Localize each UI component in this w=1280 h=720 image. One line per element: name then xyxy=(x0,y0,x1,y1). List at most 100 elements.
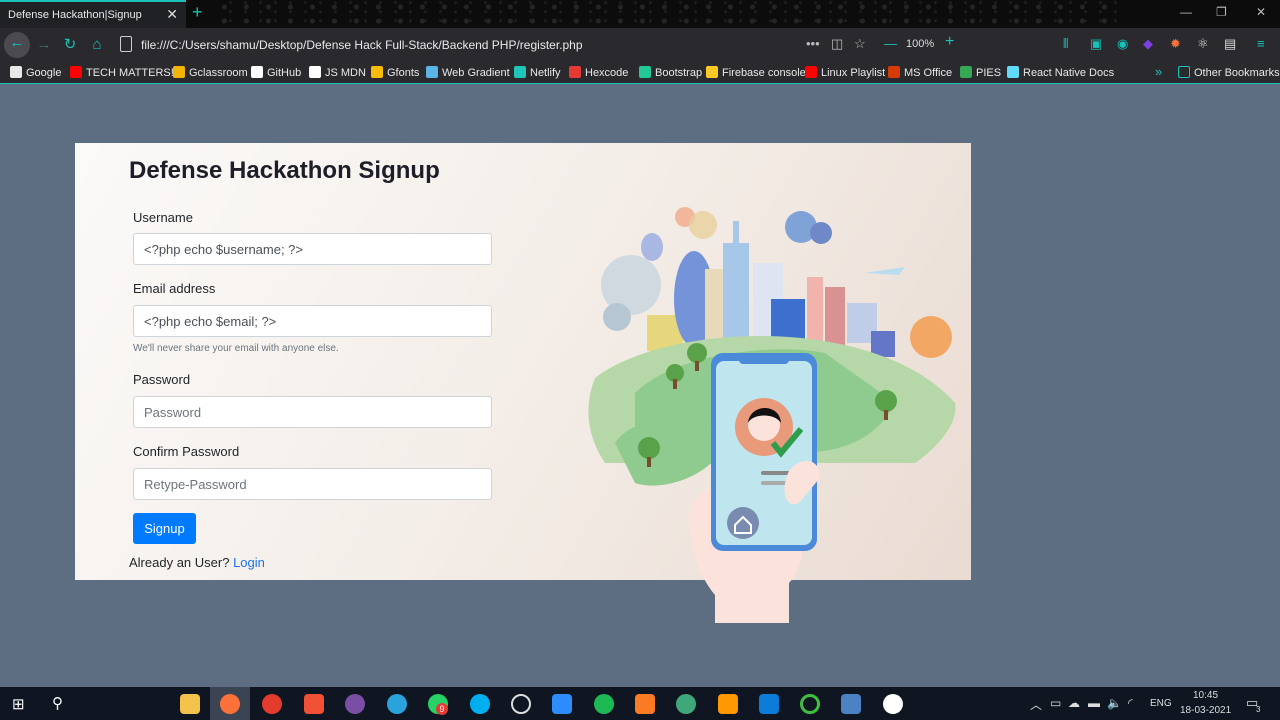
account-icon[interactable]: ◉ xyxy=(1117,36,1128,52)
bookmark-item[interactable]: Web Gradient xyxy=(426,66,510,79)
wifi-icon[interactable]: ◜ xyxy=(1128,696,1133,710)
sidebar-icon[interactable]: ▣ xyxy=(1090,36,1102,52)
bookmark-item[interactable]: Linux Playlist xyxy=(805,66,885,79)
navigation-toolbar: ← → ↻ ⌂ file:///C:/Users/shamu/Desktop/D… xyxy=(0,28,1280,62)
xampp-icon[interactable] xyxy=(635,694,655,714)
zoom-icon[interactable] xyxy=(552,694,572,714)
restore-icon[interactable]: ❐ xyxy=(1216,5,1227,19)
search-icon[interactable]: ⚲ xyxy=(52,694,63,712)
confirm-password-input[interactable] xyxy=(133,468,492,500)
extension-2-icon[interactable]: ✹ xyxy=(1170,36,1181,52)
bookmark-item[interactable]: Google xyxy=(10,66,61,79)
battery-icon[interactable]: ▬ xyxy=(1088,696,1100,710)
bookmark-item[interactable]: Gclassroom xyxy=(173,66,248,79)
already-user-text: Already an User? xyxy=(129,555,230,570)
email-input[interactable] xyxy=(133,305,492,337)
zoom-level[interactable]: 100% xyxy=(906,38,934,50)
clock-date[interactable]: 18-03-2021 xyxy=(1180,705,1231,716)
extension-3-icon[interactable]: ▤ xyxy=(1224,36,1236,52)
url-bar[interactable]: file:///C:/Users/shamu/Desktop/Defense H… xyxy=(141,38,583,52)
username-label: Username xyxy=(133,210,193,225)
reload-icon[interactable]: ↻ xyxy=(58,34,82,56)
library-icon[interactable]: ⫴ xyxy=(1063,36,1068,52)
more-bookmarks-icon[interactable]: » xyxy=(1155,64,1162,79)
volume-icon[interactable]: 🔈 xyxy=(1107,696,1122,710)
page-actions-icon[interactable]: ••• xyxy=(806,36,820,51)
extension-1-icon[interactable]: ◆ xyxy=(1143,36,1153,52)
minimize-icon[interactable]: — xyxy=(1180,5,1192,19)
bookmark-item[interactable]: Hexcode xyxy=(569,66,628,79)
bookmark-item[interactable]: JS MDN xyxy=(309,66,366,79)
bookmark-label: TECH MATTERS! xyxy=(86,67,174,79)
bookmark-item[interactable]: GitHub xyxy=(251,66,301,79)
github-desktop-icon[interactable] xyxy=(345,694,365,714)
bookmark-favicon-icon xyxy=(706,66,718,78)
bookmark-favicon-icon xyxy=(173,66,185,78)
react-devtools-icon[interactable]: ⚛ xyxy=(1197,36,1209,52)
bookmark-star-icon[interactable]: ☆ xyxy=(854,36,866,52)
windows-start-icon[interactable]: ⊞ xyxy=(12,695,25,713)
android-studio-icon[interactable] xyxy=(800,694,820,714)
bookmark-item[interactable]: Bootstrap xyxy=(639,66,702,79)
window-close-icon[interactable]: ✕ xyxy=(1256,5,1266,19)
bookmark-item[interactable]: Gfonts xyxy=(371,66,419,79)
username-input[interactable] xyxy=(133,233,492,265)
pocket-icon[interactable]: ◫ xyxy=(831,36,843,52)
sublime-text-icon[interactable] xyxy=(718,694,738,714)
password-input[interactable] xyxy=(133,396,492,428)
signup-card: Defense Hackathon Signup Username Email … xyxy=(75,143,971,623)
back-icon[interactable]: ← xyxy=(4,32,30,58)
bookmark-favicon-icon xyxy=(569,66,581,78)
password-label: Password xyxy=(133,372,191,387)
bookmark-label: PIES xyxy=(976,67,1002,79)
bookmark-label: React Native Docs xyxy=(1023,67,1115,79)
bookmark-favicon-icon xyxy=(514,66,526,78)
login-link[interactable]: Login xyxy=(233,555,265,570)
clock-time[interactable]: 10:45 xyxy=(1193,690,1218,701)
vscode-icon[interactable] xyxy=(759,694,779,714)
bookmark-item[interactable]: Netlify xyxy=(514,66,561,79)
bookmark-label: Gfonts xyxy=(387,67,420,79)
bookmark-item[interactable]: PIES xyxy=(960,66,1001,79)
bookmark-item[interactable]: React Native Docs xyxy=(1007,66,1114,79)
gitkraken-icon[interactable] xyxy=(676,694,696,714)
zoom-in-icon[interactable]: + xyxy=(945,33,954,51)
bookmark-label: GitHub xyxy=(267,67,302,79)
forward-icon[interactable]: → xyxy=(32,34,56,56)
bookmark-favicon-icon xyxy=(639,66,651,78)
email-help-text: We'll never share your email with anyone… xyxy=(133,343,339,354)
other-bookmarks[interactable]: Other Bookmarks xyxy=(1178,66,1280,79)
active-tab[interactable]: Defense Hackathon|Signup ✕ xyxy=(0,0,186,28)
login-prompt: Already an User? Login xyxy=(129,555,265,570)
signup-button[interactable]: Signup xyxy=(133,513,196,544)
telegram-icon[interactable] xyxy=(387,694,407,714)
new-tab-icon[interactable]: + xyxy=(192,2,203,23)
skype-icon[interactable] xyxy=(470,694,490,714)
bookmark-item[interactable]: MS Office xyxy=(888,66,952,79)
virtualbox-icon[interactable] xyxy=(841,694,861,714)
file-explorer-icon[interactable] xyxy=(180,694,200,714)
bookmark-label: Linux Playlist xyxy=(821,67,886,79)
bookmark-favicon-icon xyxy=(70,66,82,78)
language-indicator[interactable]: ENG xyxy=(1150,698,1172,709)
bookmark-favicon-icon xyxy=(1007,66,1019,78)
home-icon[interactable]: ⌂ xyxy=(85,34,109,56)
theme-pattern xyxy=(220,0,1120,28)
device-icon[interactable]: ▭ xyxy=(1050,696,1061,710)
firefox-icon[interactable] xyxy=(220,694,240,714)
git-icon[interactable] xyxy=(304,694,324,714)
spotify-icon[interactable] xyxy=(594,694,614,714)
bookmark-item[interactable]: Firebase console xyxy=(706,66,806,79)
bookmark-item[interactable]: TECH MATTERS! xyxy=(70,66,174,79)
notion-icon[interactable] xyxy=(883,694,903,714)
bookmark-favicon-icon xyxy=(10,66,22,78)
bookmark-label: MS Office xyxy=(904,67,953,79)
chrome-icon[interactable] xyxy=(262,694,282,714)
onedrive-icon[interactable]: ☁ xyxy=(1068,696,1080,710)
show-hidden-icons[interactable]: ︿ xyxy=(1030,696,1042,713)
confirm-password-label: Confirm Password xyxy=(133,444,240,459)
menu-icon[interactable]: ≡ xyxy=(1257,36,1265,51)
zoom-out-icon[interactable]: — xyxy=(884,36,897,51)
close-tab-icon[interactable]: ✕ xyxy=(166,6,178,23)
obs-icon[interactable] xyxy=(511,694,531,714)
